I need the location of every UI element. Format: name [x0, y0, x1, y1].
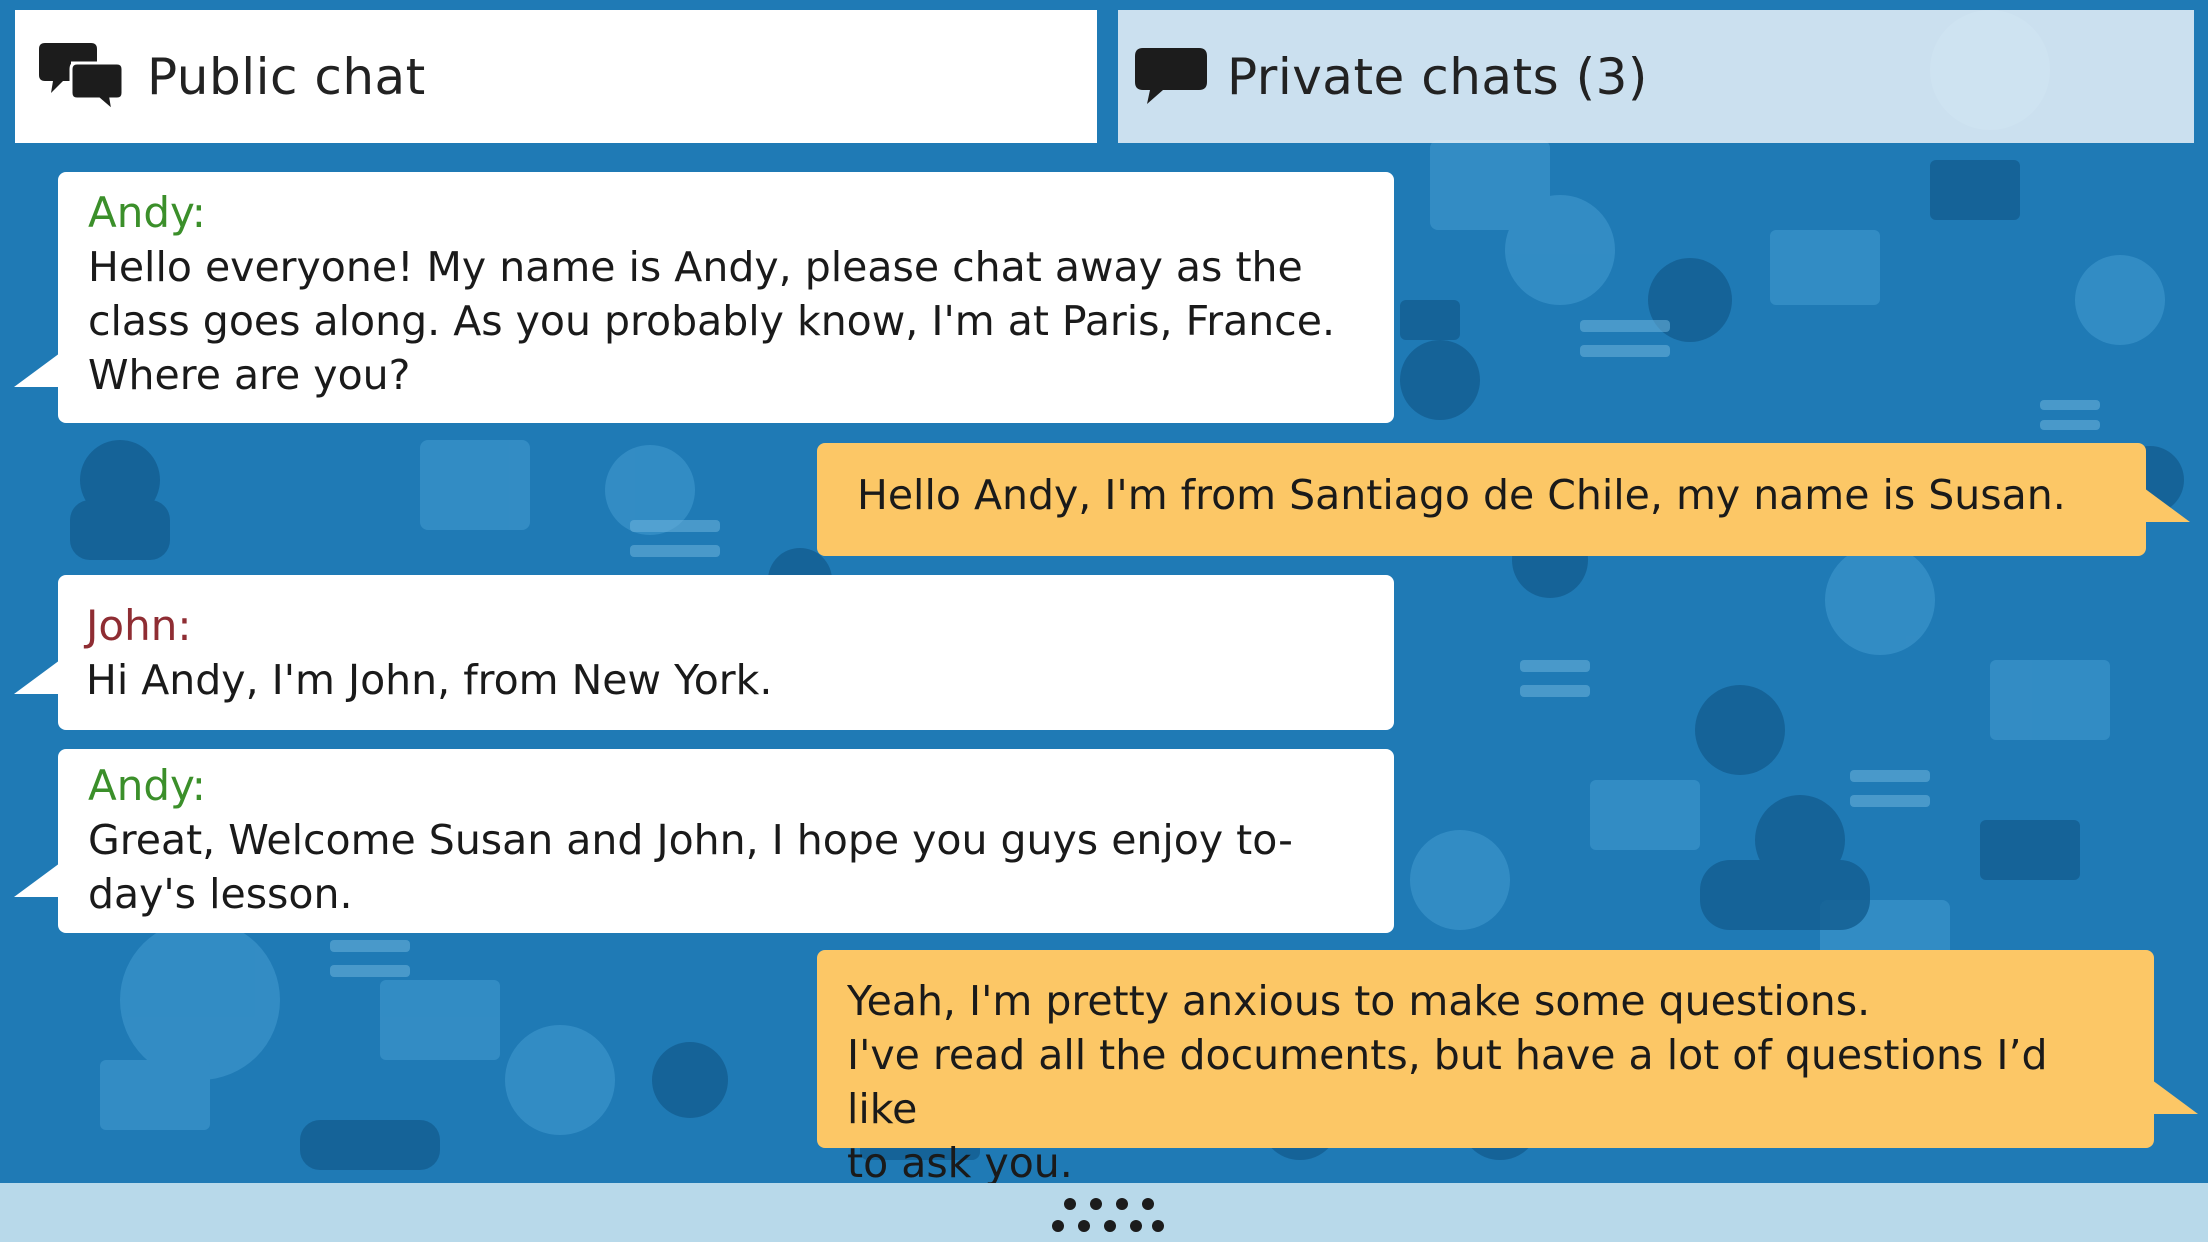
message-text-line: Great, Welcome Susan and John, I hope yo… [88, 816, 1293, 864]
message-sender: Andy: [88, 188, 206, 237]
chat-message-incoming: John: Hi Andy, I'm John, from New York. [14, 575, 1394, 730]
message-text-line: to ask you. [847, 1139, 1073, 1187]
tab-public-chat[interactable]: Public chat [15, 10, 1097, 143]
message-text-line: Hello Andy, I'm from Santiago de Chile, … [857, 471, 2066, 519]
chat-message-incoming: Andy: Great, Welcome Susan and John, I h… [14, 749, 1394, 933]
message-sender: Andy: [88, 761, 206, 810]
message-text-line: Hi Andy, I'm John, from New York. [86, 656, 773, 704]
message-text-line: day's lesson. [88, 870, 353, 918]
drag-dots-icon[interactable] [1050, 1196, 1166, 1236]
tab-private-chats-label: Private chats (3) [1227, 47, 1648, 106]
message-text-line: class goes along. As you probably know, … [88, 297, 1335, 345]
bubble-tail [14, 660, 60, 694]
chat-bubble-icon [1135, 46, 1207, 108]
chat-message-outgoing: Hello Andy, I'm from Santiago de Chile, … [817, 443, 2190, 556]
chat-app: Public chat Private chats (3) Andy: Hell… [0, 0, 2208, 1242]
message-sender: John: [86, 601, 192, 650]
message-text-line: Hello everyone! My name is Andy, please … [88, 243, 1303, 291]
chat-message-outgoing: Yeah, I'm pretty anxious to make some qu… [817, 950, 2198, 1187]
bubble-tail [2144, 488, 2190, 522]
message-text-line: I've read all the documents, but have a … [847, 1031, 2048, 1133]
message-text-line: Yeah, I'm pretty anxious to make some qu… [847, 977, 1871, 1025]
tab-private-chats[interactable]: Private chats (3) [1118, 10, 2194, 143]
bubble-tail [2152, 1080, 2198, 1114]
chat-bubbles-icon [39, 39, 125, 115]
message-text-line: Where are you? [88, 351, 411, 399]
tab-public-chat-label: Public chat [147, 47, 426, 106]
chat-message-incoming: Andy: Hello everyone! My name is Andy, p… [14, 172, 1394, 423]
bubble-tail [14, 863, 60, 897]
bubble-tail [14, 353, 60, 387]
